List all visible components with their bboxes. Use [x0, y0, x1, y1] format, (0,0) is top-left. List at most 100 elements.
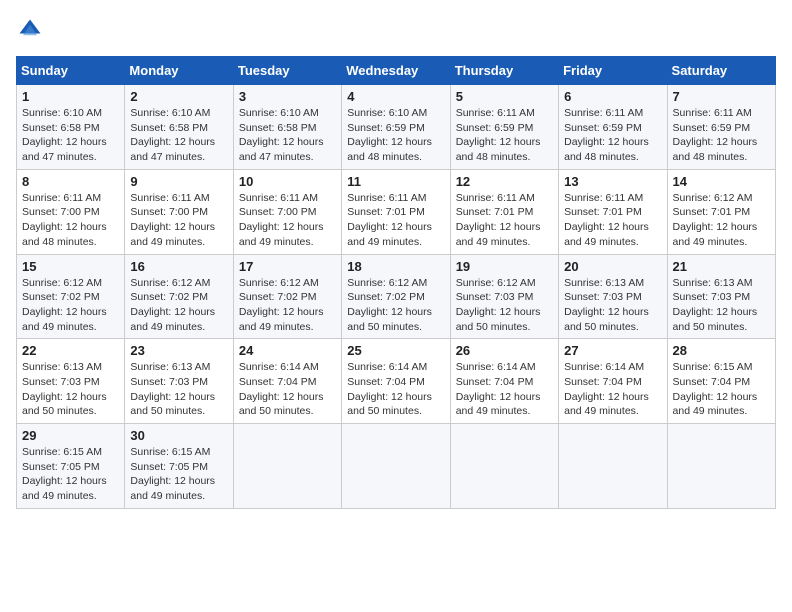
- day-info: Sunrise: 6:11 AMSunset: 7:01 PMDaylight:…: [456, 191, 553, 250]
- calendar-cell: 28 Sunrise: 6:15 AMSunset: 7:04 PMDayligh…: [667, 339, 775, 424]
- calendar-cell: 16 Sunrise: 6:12 AMSunset: 7:02 PMDayligh…: [125, 254, 233, 339]
- day-info: Sunrise: 6:10 AMSunset: 6:59 PMDaylight:…: [347, 106, 444, 165]
- day-number: 3: [239, 89, 336, 104]
- day-number: 4: [347, 89, 444, 104]
- calendar-cell: 22 Sunrise: 6:13 AMSunset: 7:03 PMDayligh…: [17, 339, 125, 424]
- calendar-cell: 17 Sunrise: 6:12 AMSunset: 7:02 PMDayligh…: [233, 254, 341, 339]
- day-number: 6: [564, 89, 661, 104]
- day-number: 12: [456, 174, 553, 189]
- column-header-monday: Monday: [125, 57, 233, 85]
- calendar-cell: [667, 424, 775, 509]
- calendar-cell: 18 Sunrise: 6:12 AMSunset: 7:02 PMDayligh…: [342, 254, 450, 339]
- calendar-cell: [233, 424, 341, 509]
- day-number: 9: [130, 174, 227, 189]
- day-number: 7: [673, 89, 770, 104]
- calendar-cell: 14 Sunrise: 6:12 AMSunset: 7:01 PMDayligh…: [667, 169, 775, 254]
- day-number: 30: [130, 428, 227, 443]
- calendar-cell: 27Sunrise: 6:14 AMSunset: 7:04 PMDayligh…: [559, 339, 667, 424]
- day-info: Sunrise: 6:15 AMSunset: 7:05 PMDaylight:…: [22, 445, 119, 504]
- day-info: Sunrise: 6:12 AMSunset: 7:02 PMDaylight:…: [347, 276, 444, 335]
- day-number: 17: [239, 259, 336, 274]
- calendar-cell: 3 Sunrise: 6:10 AMSunset: 6:58 PMDaylight…: [233, 85, 341, 170]
- calendar-cell: [342, 424, 450, 509]
- day-info: Sunrise: 6:13 AMSunset: 7:03 PMDaylight:…: [673, 276, 770, 335]
- calendar-cell: 5Sunrise: 6:11 AMSunset: 6:59 PMDaylight…: [450, 85, 558, 170]
- day-info: Sunrise: 6:11 AMSunset: 7:00 PMDaylight:…: [22, 191, 119, 250]
- day-info: Sunrise: 6:10 AMSunset: 6:58 PMDaylight:…: [130, 106, 227, 165]
- day-info: Sunrise: 6:11 AMSunset: 7:01 PMDaylight:…: [564, 191, 661, 250]
- day-number: 28: [673, 343, 770, 358]
- column-header-wednesday: Wednesday: [342, 57, 450, 85]
- calendar-week-row: 1 Sunrise: 6:10 AMSunset: 6:58 PMDaylight…: [17, 85, 776, 170]
- day-number: 8: [22, 174, 119, 189]
- day-info: Sunrise: 6:10 AMSunset: 6:58 PMDaylight:…: [22, 106, 119, 165]
- day-info: Sunrise: 6:13 AMSunset: 7:03 PMDaylight:…: [130, 360, 227, 419]
- calendar-cell: 9Sunrise: 6:11 AMSunset: 7:00 PMDaylight…: [125, 169, 233, 254]
- day-info: Sunrise: 6:10 AMSunset: 6:58 PMDaylight:…: [239, 106, 336, 165]
- day-number: 11: [347, 174, 444, 189]
- calendar-table: SundayMondayTuesdayWednesdayThursdayFrid…: [16, 56, 776, 509]
- column-header-friday: Friday: [559, 57, 667, 85]
- day-info: Sunrise: 6:12 AMSunset: 7:01 PMDaylight:…: [673, 191, 770, 250]
- day-info: Sunrise: 6:13 AMSunset: 7:03 PMDaylight:…: [564, 276, 661, 335]
- column-header-saturday: Saturday: [667, 57, 775, 85]
- calendar-cell: 6 Sunrise: 6:11 AMSunset: 6:59 PMDaylight…: [559, 85, 667, 170]
- day-info: Sunrise: 6:11 AMSunset: 6:59 PMDaylight:…: [673, 106, 770, 165]
- calendar-week-row: 8 Sunrise: 6:11 AMSunset: 7:00 PMDaylight…: [17, 169, 776, 254]
- logo: [16, 16, 50, 44]
- calendar-cell: 4 Sunrise: 6:10 AMSunset: 6:59 PMDaylight…: [342, 85, 450, 170]
- day-info: Sunrise: 6:12 AMSunset: 7:02 PMDaylight:…: [239, 276, 336, 335]
- day-info: Sunrise: 6:12 AMSunset: 7:02 PMDaylight:…: [130, 276, 227, 335]
- calendar-cell: 13 Sunrise: 6:11 AMSunset: 7:01 PMDayligh…: [559, 169, 667, 254]
- calendar-cell: 23 Sunrise: 6:13 AMSunset: 7:03 PMDayligh…: [125, 339, 233, 424]
- day-info: Sunrise: 6:12 AMSunset: 7:03 PMDaylight:…: [456, 276, 553, 335]
- day-number: 23: [130, 343, 227, 358]
- day-number: 15: [22, 259, 119, 274]
- day-number: 24: [239, 343, 336, 358]
- column-header-sunday: Sunday: [17, 57, 125, 85]
- column-header-tuesday: Tuesday: [233, 57, 341, 85]
- calendar-cell: 7 Sunrise: 6:11 AMSunset: 6:59 PMDaylight…: [667, 85, 775, 170]
- calendar-cell: 1 Sunrise: 6:10 AMSunset: 6:58 PMDaylight…: [17, 85, 125, 170]
- page-header: [16, 16, 776, 44]
- calendar-week-row: 15 Sunrise: 6:12 AMSunset: 7:02 PMDayligh…: [17, 254, 776, 339]
- calendar-cell: 24Sunrise: 6:14 AMSunset: 7:04 PMDayligh…: [233, 339, 341, 424]
- calendar-cell: 2 Sunrise: 6:10 AMSunset: 6:58 PMDaylight…: [125, 85, 233, 170]
- calendar-cell: 30 Sunrise: 6:15 AMSunset: 7:05 PMDayligh…: [125, 424, 233, 509]
- day-number: 21: [673, 259, 770, 274]
- day-info: Sunrise: 6:11 AMSunset: 7:00 PMDaylight:…: [239, 191, 336, 250]
- calendar-cell: [559, 424, 667, 509]
- calendar-cell: 26 Sunrise: 6:14 AMSunset: 7:04 PMDayligh…: [450, 339, 558, 424]
- day-number: 26: [456, 343, 553, 358]
- day-number: 13: [564, 174, 661, 189]
- day-info: Sunrise: 6:12 AMSunset: 7:02 PMDaylight:…: [22, 276, 119, 335]
- day-info: Sunrise: 6:11 AMSunset: 7:01 PMDaylight:…: [347, 191, 444, 250]
- day-number: 16: [130, 259, 227, 274]
- day-number: 25: [347, 343, 444, 358]
- day-number: 14: [673, 174, 770, 189]
- day-info: Sunrise: 6:13 AMSunset: 7:03 PMDaylight:…: [22, 360, 119, 419]
- column-header-thursday: Thursday: [450, 57, 558, 85]
- day-info: Sunrise: 6:11 AMSunset: 6:59 PMDaylight:…: [564, 106, 661, 165]
- calendar-cell: [450, 424, 558, 509]
- day-number: 18: [347, 259, 444, 274]
- calendar-cell: 10Sunrise: 6:11 AMSunset: 7:00 PMDayligh…: [233, 169, 341, 254]
- day-info: Sunrise: 6:14 AMSunset: 7:04 PMDaylight:…: [456, 360, 553, 419]
- day-number: 19: [456, 259, 553, 274]
- day-info: Sunrise: 6:14 AMSunset: 7:04 PMDaylight:…: [347, 360, 444, 419]
- day-info: Sunrise: 6:15 AMSunset: 7:05 PMDaylight:…: [130, 445, 227, 504]
- day-info: Sunrise: 6:15 AMSunset: 7:04 PMDaylight:…: [673, 360, 770, 419]
- logo-icon: [16, 16, 44, 44]
- day-number: 22: [22, 343, 119, 358]
- day-number: 20: [564, 259, 661, 274]
- day-info: Sunrise: 6:11 AMSunset: 6:59 PMDaylight:…: [456, 106, 553, 165]
- day-number: 1: [22, 89, 119, 104]
- day-number: 29: [22, 428, 119, 443]
- calendar-cell: 19 Sunrise: 6:12 AMSunset: 7:03 PMDayligh…: [450, 254, 558, 339]
- calendar-cell: 21 Sunrise: 6:13 AMSunset: 7:03 PMDayligh…: [667, 254, 775, 339]
- day-number: 2: [130, 89, 227, 104]
- calendar-cell: 20 Sunrise: 6:13 AMSunset: 7:03 PMDayligh…: [559, 254, 667, 339]
- calendar-body: 1 Sunrise: 6:10 AMSunset: 6:58 PMDaylight…: [17, 85, 776, 509]
- calendar-week-row: 22 Sunrise: 6:13 AMSunset: 7:03 PMDayligh…: [17, 339, 776, 424]
- calendar-cell: 29 Sunrise: 6:15 AMSunset: 7:05 PMDayligh…: [17, 424, 125, 509]
